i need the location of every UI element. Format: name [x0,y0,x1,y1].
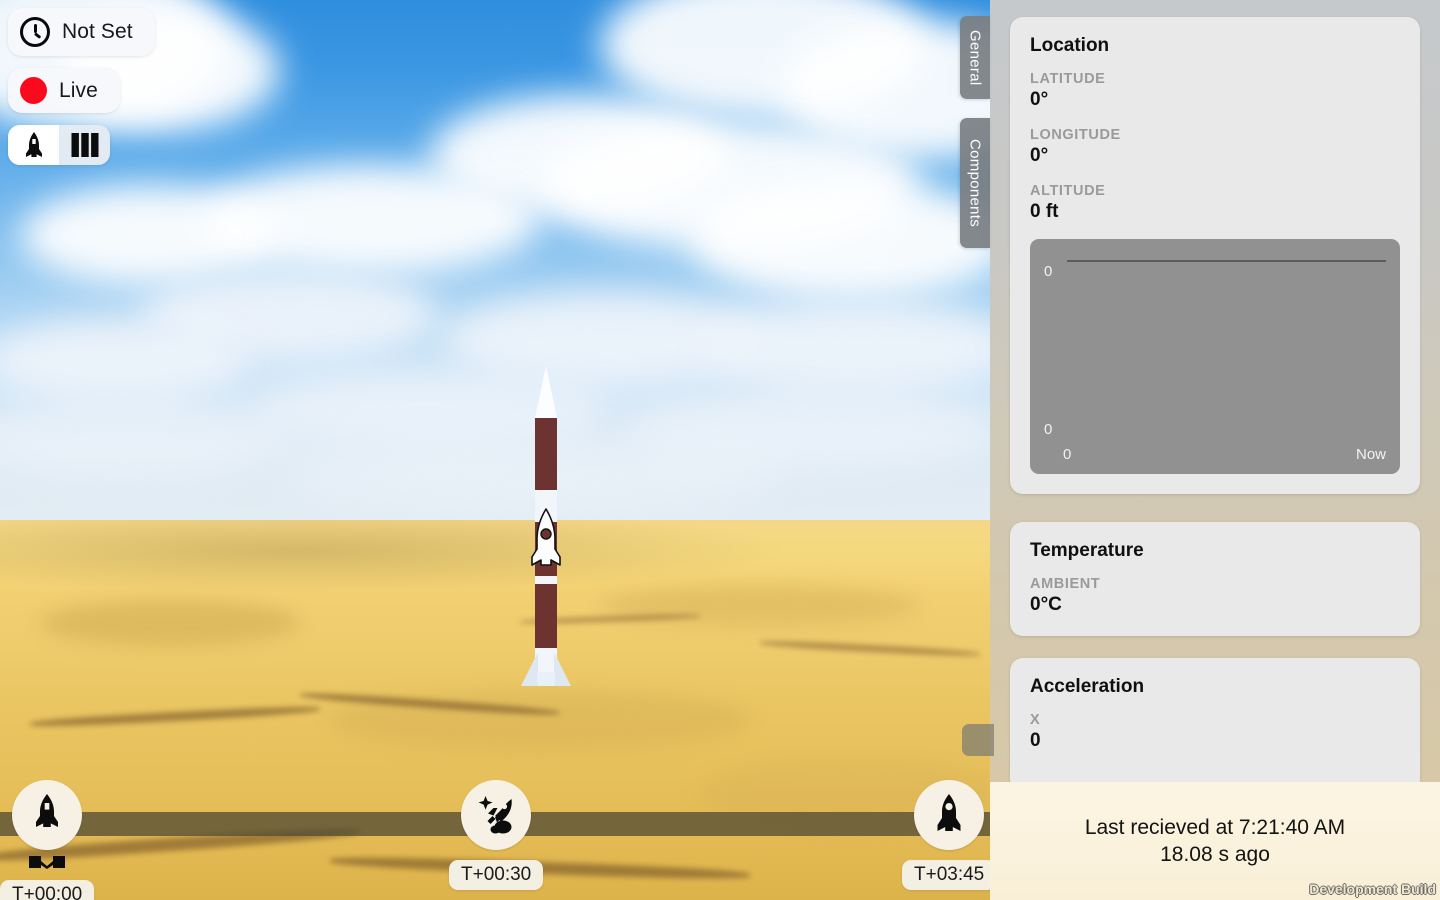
telemetry-panel: Location LATITUDE 0° LONGITUDE 0° ALTITU… [990,0,1440,782]
record-dot-icon [20,77,47,104]
view-mode-columns-button[interactable] [59,125,110,165]
cloud [690,180,990,300]
card-acceleration-title: Acceleration [1030,676,1145,697]
rocket-marker-icon [531,508,561,566]
mission-timeline[interactable]: T+00:00 T+00:30 T+03:45 [0,780,990,900]
rocket-band-2 [535,576,557,584]
development-build-watermark: Development Build [1309,881,1436,897]
field-label-longitude: LONGITUDE [1030,127,1121,143]
last-received-text: Last recieved at 7:21:40 AM [1084,815,1346,839]
hud-controls: Not Set Live [8,8,155,165]
altitude-graph[interactable]: 0 0 0 Now [1030,239,1400,474]
3d-viewport[interactable]: Not Set Live T+00:00 T+00:30 T+03:45 [0,0,990,900]
field-value-ambient: 0°C [1030,594,1062,615]
card-temperature: Temperature AMBIENT 0°C [1010,522,1420,636]
launch-pad-icon [27,854,67,875]
timeline-marker-label: T+00:30 [449,860,544,890]
rocket-stage-3 [535,584,557,648]
view-mode-toggle[interactable] [8,125,110,165]
timeline-marker-icon-wrap [12,780,83,850]
timeline-marker-liftoff[interactable]: T+00:30 [449,780,544,890]
card-location: Location LATITUDE 0° LONGITUDE 0° ALTITU… [1010,17,1420,494]
columns-icon [71,133,98,157]
timeline-marker-icon-wrap [914,780,985,850]
elapsed-text: 18.08 s ago [1160,842,1270,866]
rocket-icon [25,132,42,157]
live-status-label: Live [59,78,98,102]
graph-y-min-label: 0 [1044,421,1053,438]
timeline-marker-label: T+03:45 [902,860,990,890]
timeline-marker-start[interactable]: T+00:00 [0,780,95,900]
ground-detail [40,600,300,645]
tab-general-label: General [966,29,984,86]
graph-data-line [1067,260,1386,262]
field-label-latitude: LATITUDE [1030,71,1106,87]
graph-x-start-label: 0 [1063,446,1072,463]
mission-time-button[interactable]: Not Set [8,8,155,56]
timeline-marker-label: T+00:00 [0,880,95,900]
card-acceleration: Acceleration X 0 [1010,658,1420,782]
field-label-accel-x: X [1030,712,1041,728]
rocket-icon [937,794,961,831]
rocket-model [521,366,571,686]
card-location-title: Location [1030,35,1110,56]
panel-collapse-handle[interactable] [962,724,994,756]
timeline-marker-end[interactable]: T+03:45 [902,780,990,890]
rocket-on-pad-icon [36,794,59,827]
card-temperature-title: Temperature [1030,540,1144,561]
view-mode-rocket-button[interactable] [8,125,59,165]
graph-y-max-label: 0 [1044,263,1053,280]
field-value-longitude: 0° [1030,145,1049,166]
field-value-altitude: 0 ft [1030,201,1059,222]
rocket-fin-left [521,652,538,686]
rocket-nose-cone [535,366,557,418]
tab-components-label: Components [966,138,984,228]
field-value-latitude: 0° [1030,89,1049,110]
field-value-accel-x: 0 [1030,730,1041,751]
clock-icon [20,17,50,47]
live-status-button[interactable]: Live [8,68,120,113]
timeline-marker-icon-wrap [461,780,532,850]
launch-clamp-icon [29,856,66,869]
graph-x-end-label: Now [1355,446,1386,463]
rocket-launch-icon [478,796,512,834]
tab-general[interactable]: General [960,16,990,99]
mission-time-label: Not Set [62,20,133,43]
field-label-altitude: ALTITUDE [1030,183,1106,199]
rocket-fin-right [554,652,571,686]
tab-components[interactable]: Components [960,118,990,248]
field-label-ambient: AMBIENT [1030,576,1101,592]
rocket-stage-1 [535,418,557,490]
rocket-nozzle [537,672,555,686]
